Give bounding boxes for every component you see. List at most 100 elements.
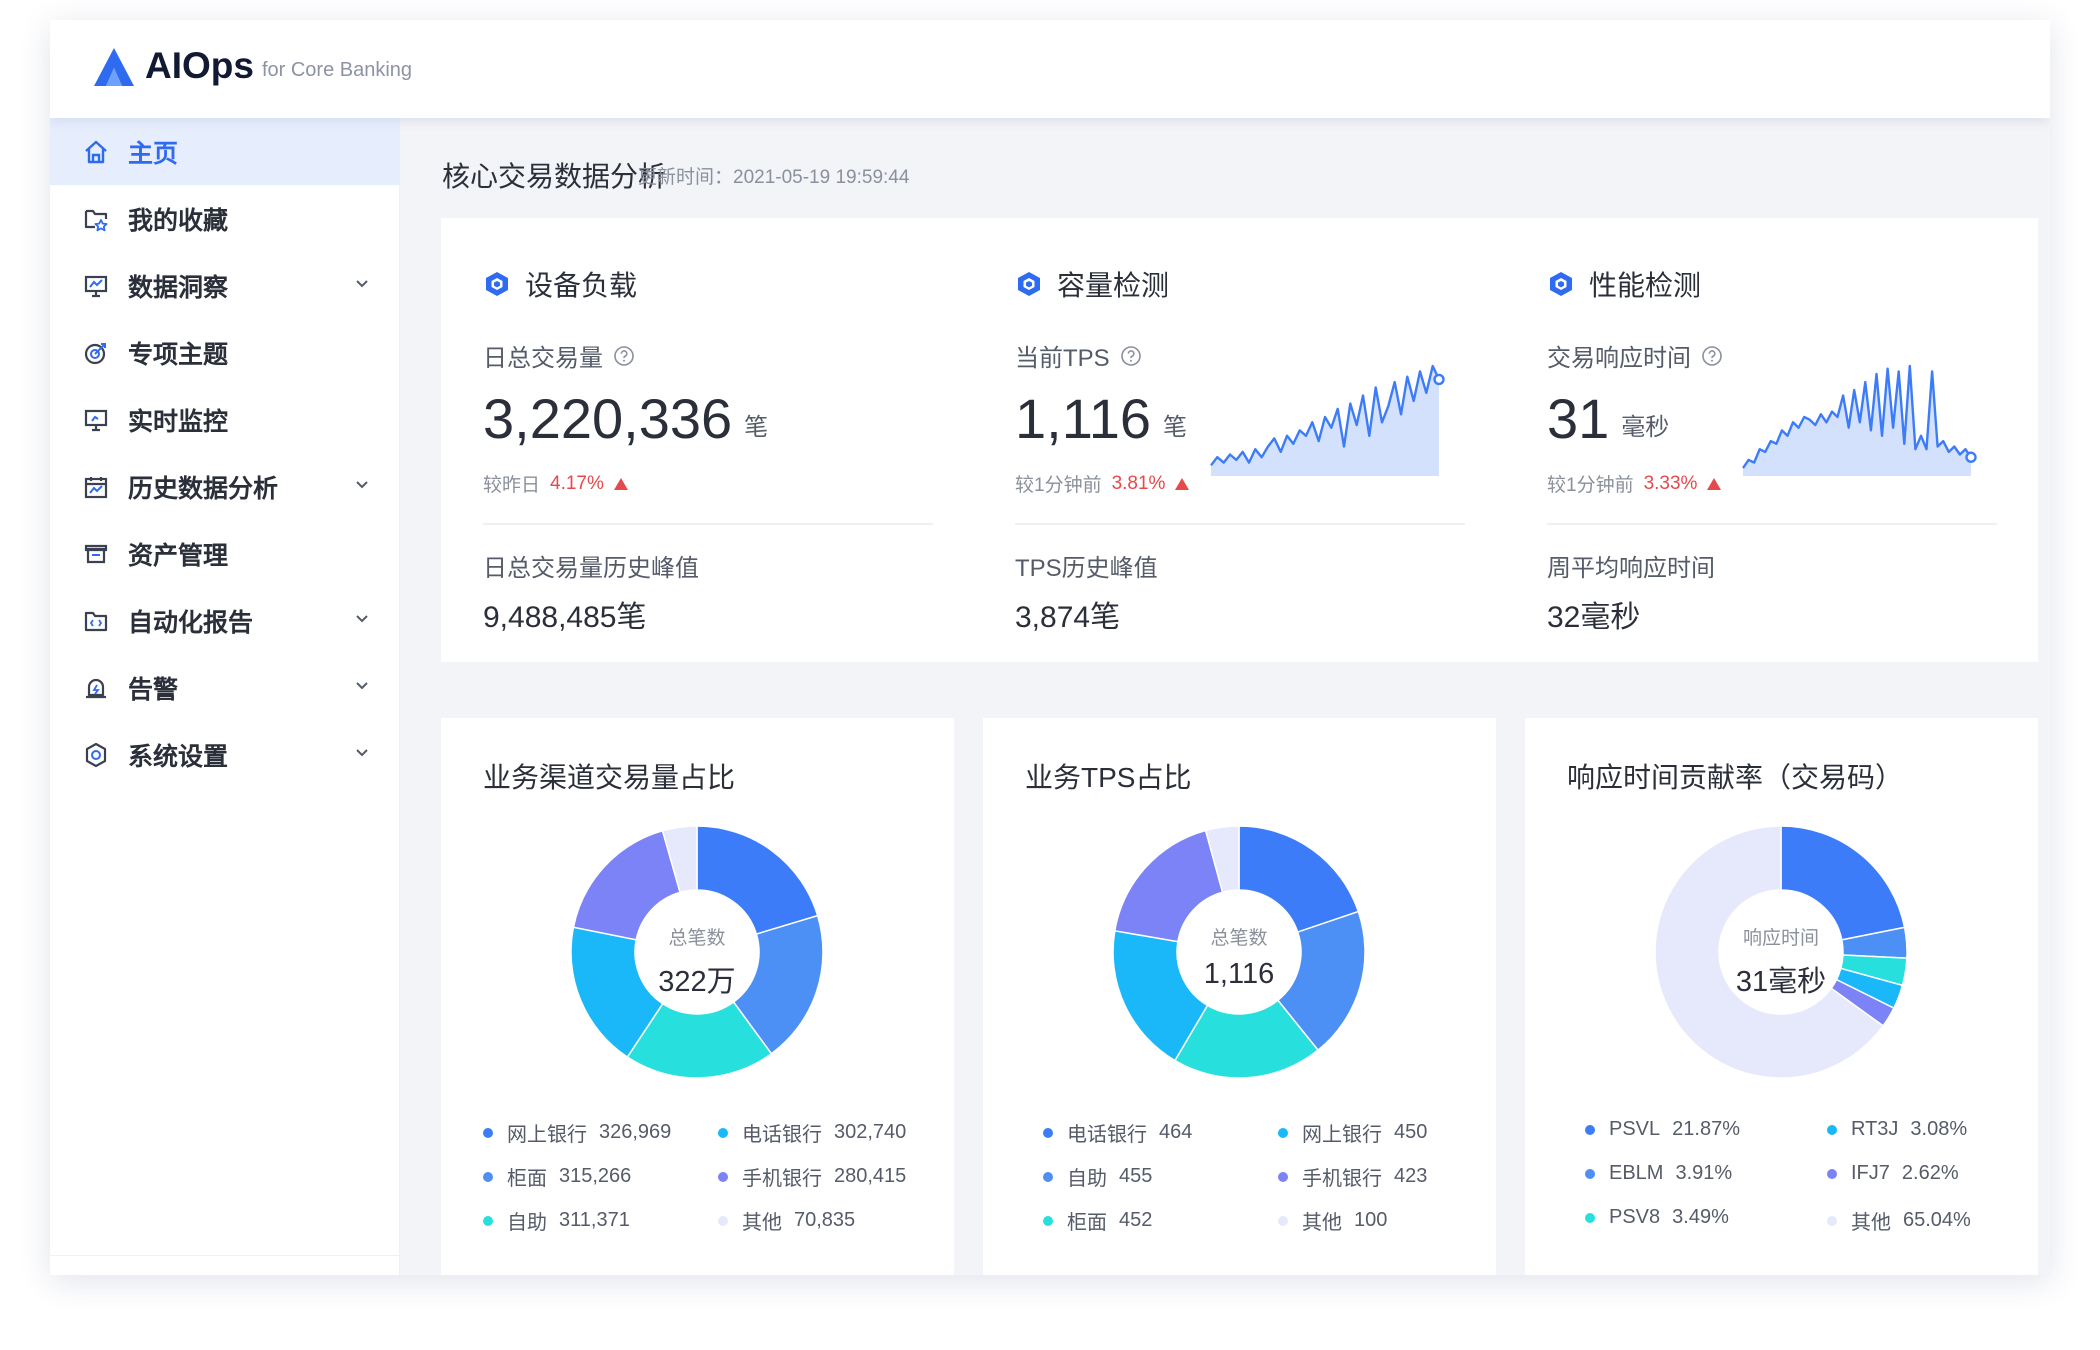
legend-item[interactable]: 电话银行 302,740 <box>718 1118 906 1147</box>
help-icon[interactable] <box>1120 345 1142 367</box>
legend-name: 电话银行 <box>1067 1124 1147 1146</box>
legend-item[interactable]: 柜面 315,266 <box>483 1162 631 1191</box>
legend-dot <box>1585 1212 1595 1223</box>
legend-value: 450 <box>1394 1121 1428 1143</box>
metric-header: 设备负载 <box>483 264 637 304</box>
legend-item[interactable]: 其他 65.04% <box>1827 1206 1971 1235</box>
chevron-down-icon[interactable] <box>354 611 370 627</box>
hexagon-icon <box>486 272 508 296</box>
legend-item[interactable]: RT3J 3.08% <box>1827 1118 1967 1141</box>
legend-item[interactable]: EBLM 3.91% <box>1585 1162 1732 1185</box>
metric-unit: 笔 <box>744 414 769 441</box>
sidebar-item-realtime-monitor[interactable]: 实时监控 <box>50 386 400 453</box>
logo-name: AIOps <box>145 45 254 86</box>
legend-value: 315,266 <box>559 1165 632 1187</box>
legend-item[interactable]: 网上银行 450 <box>1278 1118 1427 1147</box>
legend-dot <box>1278 1171 1288 1182</box>
legend-dot <box>1278 1127 1288 1138</box>
sidebar-item-label: 告警 <box>128 675 179 704</box>
legend-value: 464 <box>1159 1121 1193 1143</box>
help-icon[interactable] <box>613 345 635 367</box>
sidebar-item-home[interactable]: 主页 <box>50 118 400 185</box>
sidebar-item-favorites[interactable]: 我的收藏 <box>50 185 400 252</box>
donut-center-label: 响应时间 <box>1742 928 1819 949</box>
legend-item[interactable]: 电话银行 464 <box>1043 1118 1192 1147</box>
legend-item[interactable]: PSV8 3.49% <box>1585 1206 1729 1229</box>
sidebar-item-data-insight[interactable]: 数据洞察 <box>50 252 400 319</box>
sidebar-item-topics[interactable]: 专项主题 <box>50 319 400 386</box>
box-icon <box>82 540 110 568</box>
legend-item[interactable]: 自助 455 <box>1043 1162 1152 1191</box>
legend-item[interactable]: IFJ7 2.62% <box>1827 1162 1959 1185</box>
logo[interactable]: AIOps for Core Banking <box>93 44 412 88</box>
legend-name: EBLM <box>1609 1162 1664 1184</box>
alarm-icon <box>82 674 110 702</box>
compare-pct: 4.17% <box>550 472 604 494</box>
metric-section-title: 容量检测 <box>1057 270 1170 301</box>
chevron-down-icon[interactable] <box>354 678 370 694</box>
sidebar-item-label: 历史数据分析 <box>128 474 279 503</box>
legend-dot <box>1827 1215 1837 1226</box>
legend-name: IFJ7 <box>1851 1162 1890 1184</box>
chevron-down-icon[interactable] <box>354 745 370 761</box>
legend-name: 其他 <box>742 1212 782 1234</box>
sparkline-endpoint[interactable] <box>1965 451 1977 463</box>
legend-dot <box>1278 1215 1288 1226</box>
peak-value: 9,488,485笔 <box>483 601 647 634</box>
legend-value: 455 <box>1119 1165 1153 1187</box>
chevron-down-icon[interactable] <box>354 276 370 292</box>
home-icon <box>82 138 110 166</box>
metric-value-row: 3,220,336 笔 <box>483 388 768 450</box>
legend-value: 21.87% <box>1672 1118 1740 1140</box>
legend-item[interactable]: 手机银行 423 <box>1278 1162 1427 1191</box>
monitor-chart-icon <box>82 272 110 300</box>
sidebar-item-alarm[interactable]: 告警 <box>50 654 400 721</box>
calendar-chart-icon <box>82 473 110 501</box>
sidebar-item-label: 主页 <box>128 139 179 168</box>
legend-item[interactable]: 其他 100 <box>1278 1206 1387 1235</box>
legend-value: 280,415 <box>834 1165 907 1187</box>
arrow-up-icon <box>1707 477 1722 490</box>
donut-center-label: 总笔数 <box>668 928 726 949</box>
peak-value: 32毫秒 <box>1547 601 1641 634</box>
peak-label: 周平均响应时间 <box>1547 555 1715 582</box>
legend-value: 2.62% <box>1901 1162 1959 1184</box>
legend-name: 其他 <box>1302 1212 1342 1234</box>
legend-item[interactable]: 柜面 452 <box>1043 1206 1152 1235</box>
legend-dot <box>718 1215 728 1226</box>
legend-item[interactable]: 自助 311,371 <box>483 1206 630 1235</box>
legend-item[interactable]: 其他 70,835 <box>718 1206 855 1235</box>
legend-name: 自助 <box>1067 1168 1107 1190</box>
sidebar-item-auto-report[interactable]: 自动化报告 <box>50 587 400 654</box>
metric-capacity: 容量检测 当前TPS 1,116 笔 较1分钟前 3.81% TPS历史峰值 3… <box>1015 218 1465 662</box>
page-title: 核心交易数据分析 <box>442 161 667 192</box>
arrow-up-icon <box>613 477 628 490</box>
sidebar-footer <box>50 1255 400 1275</box>
legend-dot <box>718 1171 728 1182</box>
compare-pct: 3.81% <box>1111 472 1166 494</box>
compare-label: 较1分钟前 <box>1547 475 1634 496</box>
legend-dot <box>1827 1124 1837 1135</box>
legend-item[interactable]: 手机银行 280,415 <box>718 1162 906 1191</box>
help-icon[interactable] <box>1701 345 1723 367</box>
donut-center: 总笔数 1,116 <box>1109 718 1369 991</box>
legend-item[interactable]: 网上银行 326,969 <box>483 1118 671 1147</box>
favorite-folder-icon <box>82 205 110 233</box>
sidebar-item-history-analysis[interactable]: 历史数据分析 <box>50 453 400 520</box>
legend-item[interactable]: PSVL 21.87% <box>1585 1118 1740 1141</box>
compare-pct: 3.33% <box>1643 472 1698 494</box>
metric-compare: 较1分钟前 3.81% <box>1015 470 1190 497</box>
legend-value: 3.91% <box>1675 1162 1733 1184</box>
legend-name: 手机银行 <box>742 1168 822 1190</box>
legend-value: 452 <box>1119 1209 1153 1231</box>
sidebar-item-asset-management[interactable]: 资产管理 <box>50 520 400 587</box>
metric-header: 性能检测 <box>1547 264 1701 304</box>
sidebar-item-system-settings[interactable]: 系统设置 <box>50 721 400 788</box>
hexagon-icon <box>1018 272 1040 296</box>
compare-label: 较昨日 <box>483 475 541 496</box>
response-time-sparkline <box>1742 364 1977 476</box>
chevron-down-icon[interactable] <box>354 477 370 493</box>
chart-card-response-contribution: 响应时间贡献率（交易码） 响应时间 31毫秒 PSVL 21.87% RT3J 3.… <box>1525 718 2038 1275</box>
metric-label-row: 当前TPS <box>1015 338 1142 373</box>
sparkline-endpoint[interactable] <box>1433 373 1445 386</box>
